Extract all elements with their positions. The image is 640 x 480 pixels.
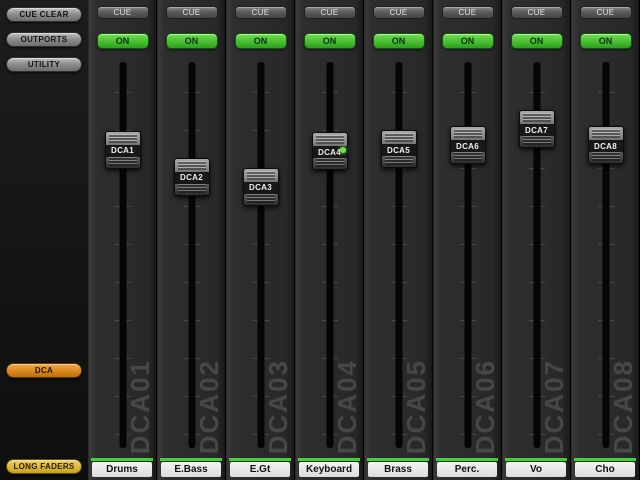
channel-color-bar <box>436 458 498 461</box>
fader-knob-label: DCA7 <box>519 124 554 137</box>
fader-area: DCA04 DCA4 <box>296 56 363 454</box>
fader-track[interactable] <box>326 62 333 448</box>
dca-bank-button[interactable]: DCA <box>6 363 82 378</box>
fader-knob-label: DCA3 <box>243 181 278 194</box>
knob-grip-ridges-bottom <box>522 136 551 146</box>
fader-area: DCA06 DCA6 <box>434 56 501 454</box>
channel-color-bar <box>160 458 222 461</box>
fader-area: DCA07 DCA7 <box>503 56 570 454</box>
knob-grip-ridges-top <box>384 133 413 143</box>
on-button[interactable]: ON <box>372 33 425 49</box>
fader-track[interactable] <box>188 62 195 448</box>
fader-knob-label: DCA5 <box>381 144 416 157</box>
channel-strip: CUE ON DCA01 DCA1 Drums <box>88 0 157 480</box>
fader-knob[interactable]: DCA3 <box>242 167 279 206</box>
on-button[interactable]: ON <box>165 33 218 49</box>
fader-knob[interactable]: DCA5 <box>380 130 417 169</box>
on-button[interactable]: ON <box>234 33 287 49</box>
knob-grip-ridges-bottom <box>591 152 620 162</box>
channel-color-bar <box>574 458 636 461</box>
touch-indicator-dot <box>339 147 346 154</box>
knob-grip-ridges-bottom <box>384 156 413 166</box>
fader-knob-label: DCA1 <box>105 144 140 157</box>
channel-strip: CUE ON DCA07 DCA7 Vo <box>502 0 571 480</box>
fader-area: DCA03 DCA3 <box>227 56 294 454</box>
channel-color-bar <box>298 458 360 461</box>
channel-color-bar <box>229 458 291 461</box>
fader-knob[interactable]: DCA8 <box>587 126 624 165</box>
channel-name-label[interactable]: Vo <box>506 462 566 477</box>
channel-strip: CUE ON DCA08 DCA8 Cho <box>571 0 640 480</box>
on-button[interactable]: ON <box>510 33 563 49</box>
channel-strips: CUE ON DCA01 DCA1 Drums CUE ON DCA02 DCA… <box>88 0 640 480</box>
fader-track[interactable] <box>395 62 402 448</box>
on-button[interactable]: ON <box>441 33 494 49</box>
knob-grip-ridges-top <box>315 135 344 145</box>
knob-grip-ridges-bottom <box>453 152 482 162</box>
channel-name-label[interactable]: E.Bass <box>161 462 221 477</box>
knob-grip-ridges-bottom <box>177 183 206 193</box>
knob-grip-ridges-top <box>522 113 551 123</box>
mixer-dca-screen: CUE CLEAR OUTPORTS UTILITY DCA LONG FADE… <box>0 0 640 480</box>
channel-strip: CUE ON DCA06 DCA6 Perc. <box>433 0 502 480</box>
fader-area: DCA08 DCA8 <box>572 56 639 454</box>
outports-button[interactable]: OUTPORTS <box>6 32 82 47</box>
cue-button[interactable]: CUE <box>372 6 425 19</box>
channel-strip: CUE ON DCA03 DCA3 E.Gt <box>226 0 295 480</box>
fader-track[interactable] <box>257 62 264 448</box>
cue-button[interactable]: CUE <box>165 6 218 19</box>
channel-color-bar <box>367 458 429 461</box>
fader-knob[interactable]: DCA7 <box>518 110 555 149</box>
on-button[interactable]: ON <box>579 33 632 49</box>
utility-button[interactable]: UTILITY <box>6 57 82 72</box>
channel-name-label[interactable]: E.Gt <box>230 462 290 477</box>
knob-grip-ridges-bottom <box>315 158 344 168</box>
on-button[interactable]: ON <box>96 33 149 49</box>
knob-grip-ridges-top <box>591 129 620 139</box>
fader-knob[interactable]: DCA6 <box>449 126 486 165</box>
cue-clear-button[interactable]: CUE CLEAR <box>6 7 82 22</box>
channel-name-label[interactable]: Cho <box>575 462 635 477</box>
knob-grip-ridges-top <box>108 133 137 143</box>
channel-strip: CUE ON DCA02 DCA2 E.Bass <box>157 0 226 480</box>
channel-name-label[interactable]: Brass <box>368 462 428 477</box>
cue-button[interactable]: CUE <box>234 6 287 19</box>
channel-color-bar <box>91 458 153 461</box>
fader-knob-label: DCA6 <box>450 140 485 153</box>
fader-area: DCA05 DCA5 <box>365 56 432 454</box>
on-button[interactable]: ON <box>303 33 356 49</box>
fader-knob[interactable]: DCA2 <box>173 157 210 196</box>
fader-knob[interactable]: DCA1 <box>104 130 141 169</box>
knob-grip-ridges-top <box>177 160 206 170</box>
channel-name-label[interactable]: Perc. <box>437 462 497 477</box>
channel-color-bar <box>505 458 567 461</box>
cue-button[interactable]: CUE <box>441 6 494 19</box>
knob-grip-ridges-bottom <box>246 193 275 203</box>
fader-area: DCA02 DCA2 <box>158 56 225 454</box>
fader-knob-label: DCA2 <box>174 171 209 184</box>
cue-button[interactable]: CUE <box>303 6 356 19</box>
knob-grip-ridges-top <box>246 170 275 180</box>
fader-track[interactable] <box>602 62 609 448</box>
fader-track[interactable] <box>119 62 126 448</box>
fader-knob-label: DCA8 <box>588 140 623 153</box>
cue-button[interactable]: CUE <box>96 6 149 19</box>
channel-name-label[interactable]: Keyboard <box>299 462 359 477</box>
channel-strip: CUE ON DCA04 DCA4 Keyboard <box>295 0 364 480</box>
channel-strip: CUE ON DCA05 DCA5 Brass <box>364 0 433 480</box>
channel-name-label[interactable]: Drums <box>92 462 152 477</box>
knob-grip-ridges-bottom <box>108 156 137 166</box>
cue-button[interactable]: CUE <box>579 6 632 19</box>
fader-track[interactable] <box>464 62 471 448</box>
cue-button[interactable]: CUE <box>510 6 563 19</box>
long-faders-button[interactable]: LONG FADERS <box>6 459 82 474</box>
fader-knob[interactable]: DCA4 <box>311 132 348 171</box>
knob-grip-ridges-top <box>453 129 482 139</box>
fader-area: DCA01 DCA1 <box>89 56 156 454</box>
sidebar: CUE CLEAR OUTPORTS UTILITY DCA LONG FADE… <box>0 0 88 480</box>
